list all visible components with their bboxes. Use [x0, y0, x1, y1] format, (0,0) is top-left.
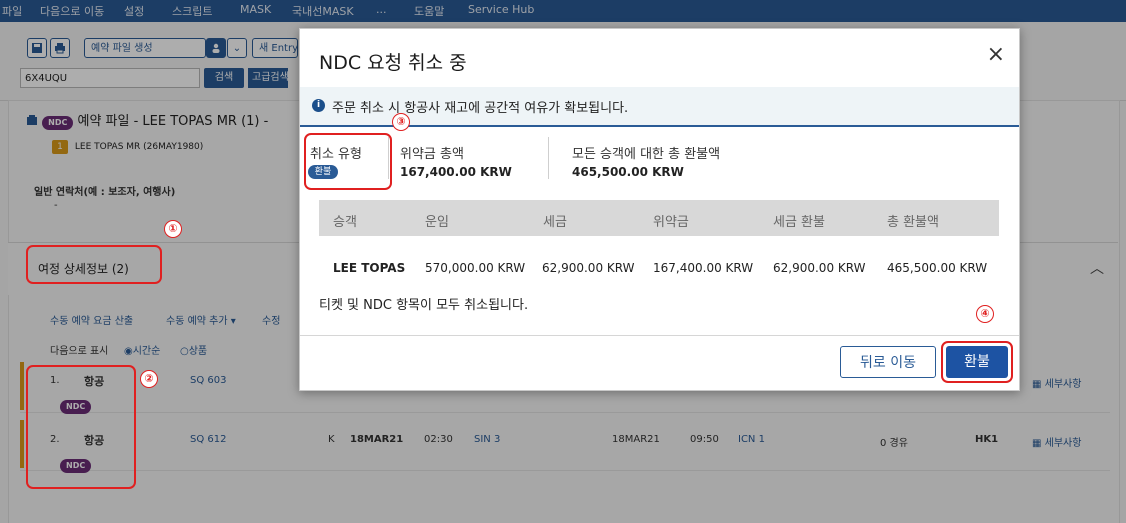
cell-penalty: 167,400.00 KRW	[653, 261, 754, 275]
col-tax-refund: 세금 환불	[773, 215, 825, 230]
penalty-total-value: 167,400.00 KRW	[400, 165, 512, 179]
col-fare: 운임	[425, 215, 449, 230]
annotation-box-3	[304, 133, 392, 190]
cancel-note: 티켓 및 NDC 항목이 모두 취소됩니다.	[319, 298, 529, 313]
close-icon[interactable]: ×	[987, 42, 1005, 67]
info-text: 주문 취소 시 항공사 재고에 공간적 여유가 확보됩니다.	[332, 101, 629, 116]
annotation-box-2	[26, 365, 136, 489]
dialog-footer-divider	[300, 335, 1019, 336]
annotation-box-1	[26, 245, 162, 284]
cell-fare: 570,000.00 KRW	[425, 261, 526, 275]
info-icon: i	[312, 99, 325, 112]
cell-tax: 62,900.00 KRW	[542, 261, 635, 275]
dialog-title: NDC 요청 취소 중	[319, 52, 467, 74]
page: 파일 다음으로 이동 설정 스크립트 MASK 국내선MASK ... 도움말 …	[0, 0, 1126, 523]
col-passenger: 승객	[333, 215, 357, 230]
annotation-number-1: ①	[164, 220, 182, 238]
col-penalty: 위약금	[653, 215, 689, 230]
penalty-total-label: 위약금 총액	[400, 147, 464, 162]
annotation-number-4: ④	[976, 305, 994, 323]
refund-total-label: 모든 승객에 대한 총 환불액	[572, 147, 721, 162]
summary-divider	[548, 137, 549, 179]
annotation-number-2: ②	[140, 370, 158, 388]
app-window: 파일 다음으로 이동 설정 스크립트 MASK 국내선MASK ... 도움말 …	[0, 0, 1126, 523]
col-total-refund: 총 환불액	[887, 215, 939, 230]
col-tax: 세금	[543, 215, 567, 230]
cell-passenger: LEE TOPAS	[333, 261, 406, 275]
refund-total-value: 465,500.00 KRW	[572, 165, 684, 179]
annotation-number-3: ③	[392, 113, 410, 131]
cell-tax-refund: 62,900.00 KRW	[773, 261, 866, 275]
cancel-ndc-dialog: NDC 요청 취소 중 × i 주문 취소 시 항공사 재고에 공간적 여유가 …	[299, 28, 1020, 391]
back-button[interactable]: 뒤로 이동	[840, 346, 936, 378]
cell-total-refund: 465,500.00 KRW	[887, 261, 988, 275]
annotation-box-4	[941, 341, 1013, 383]
refund-table-header: 승객 운임 세금 위약금 세금 환불 총 환불액	[319, 200, 999, 236]
